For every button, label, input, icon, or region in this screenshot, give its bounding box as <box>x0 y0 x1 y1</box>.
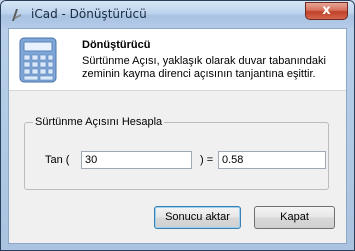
dialog-window: iCad - Dönüştürücü x Dönüştürücü Sürtünm… <box>0 0 355 251</box>
title-bar[interactable]: iCad - Dönüştürücü x <box>1 1 354 28</box>
tan-label: Tan ( <box>45 154 70 166</box>
close-window-button[interactable]: x <box>305 2 348 20</box>
dialog-header: Dönüştürücü Sürtünme Açısı, yaklaşık ola… <box>9 29 346 91</box>
friction-angle-group: Sürtünme Açısını Hesapla Tan ( ) = <box>24 116 329 190</box>
calculator-icon <box>19 37 57 83</box>
equals-label: ) = <box>200 154 214 166</box>
result-field[interactable] <box>218 151 326 169</box>
group-title: Sürtünme Açısını Hesapla <box>33 116 165 128</box>
angle-input[interactable] <box>81 151 192 169</box>
dialog-client-area: Dönüştürücü Sürtünme Açısı, yaklaşık ola… <box>8 28 347 244</box>
close-icon: x <box>322 3 331 18</box>
window-title: iCad - Dönüştürücü <box>31 7 147 21</box>
close-button[interactable]: Kapat <box>254 206 335 229</box>
header-title: Dönüştürücü <box>82 39 151 51</box>
app-icon <box>12 9 21 21</box>
header-description: Sürtünme Açısı, yaklaşık olarak duvar ta… <box>82 55 326 80</box>
apply-result-button[interactable]: Sonucu aktar <box>154 206 241 229</box>
